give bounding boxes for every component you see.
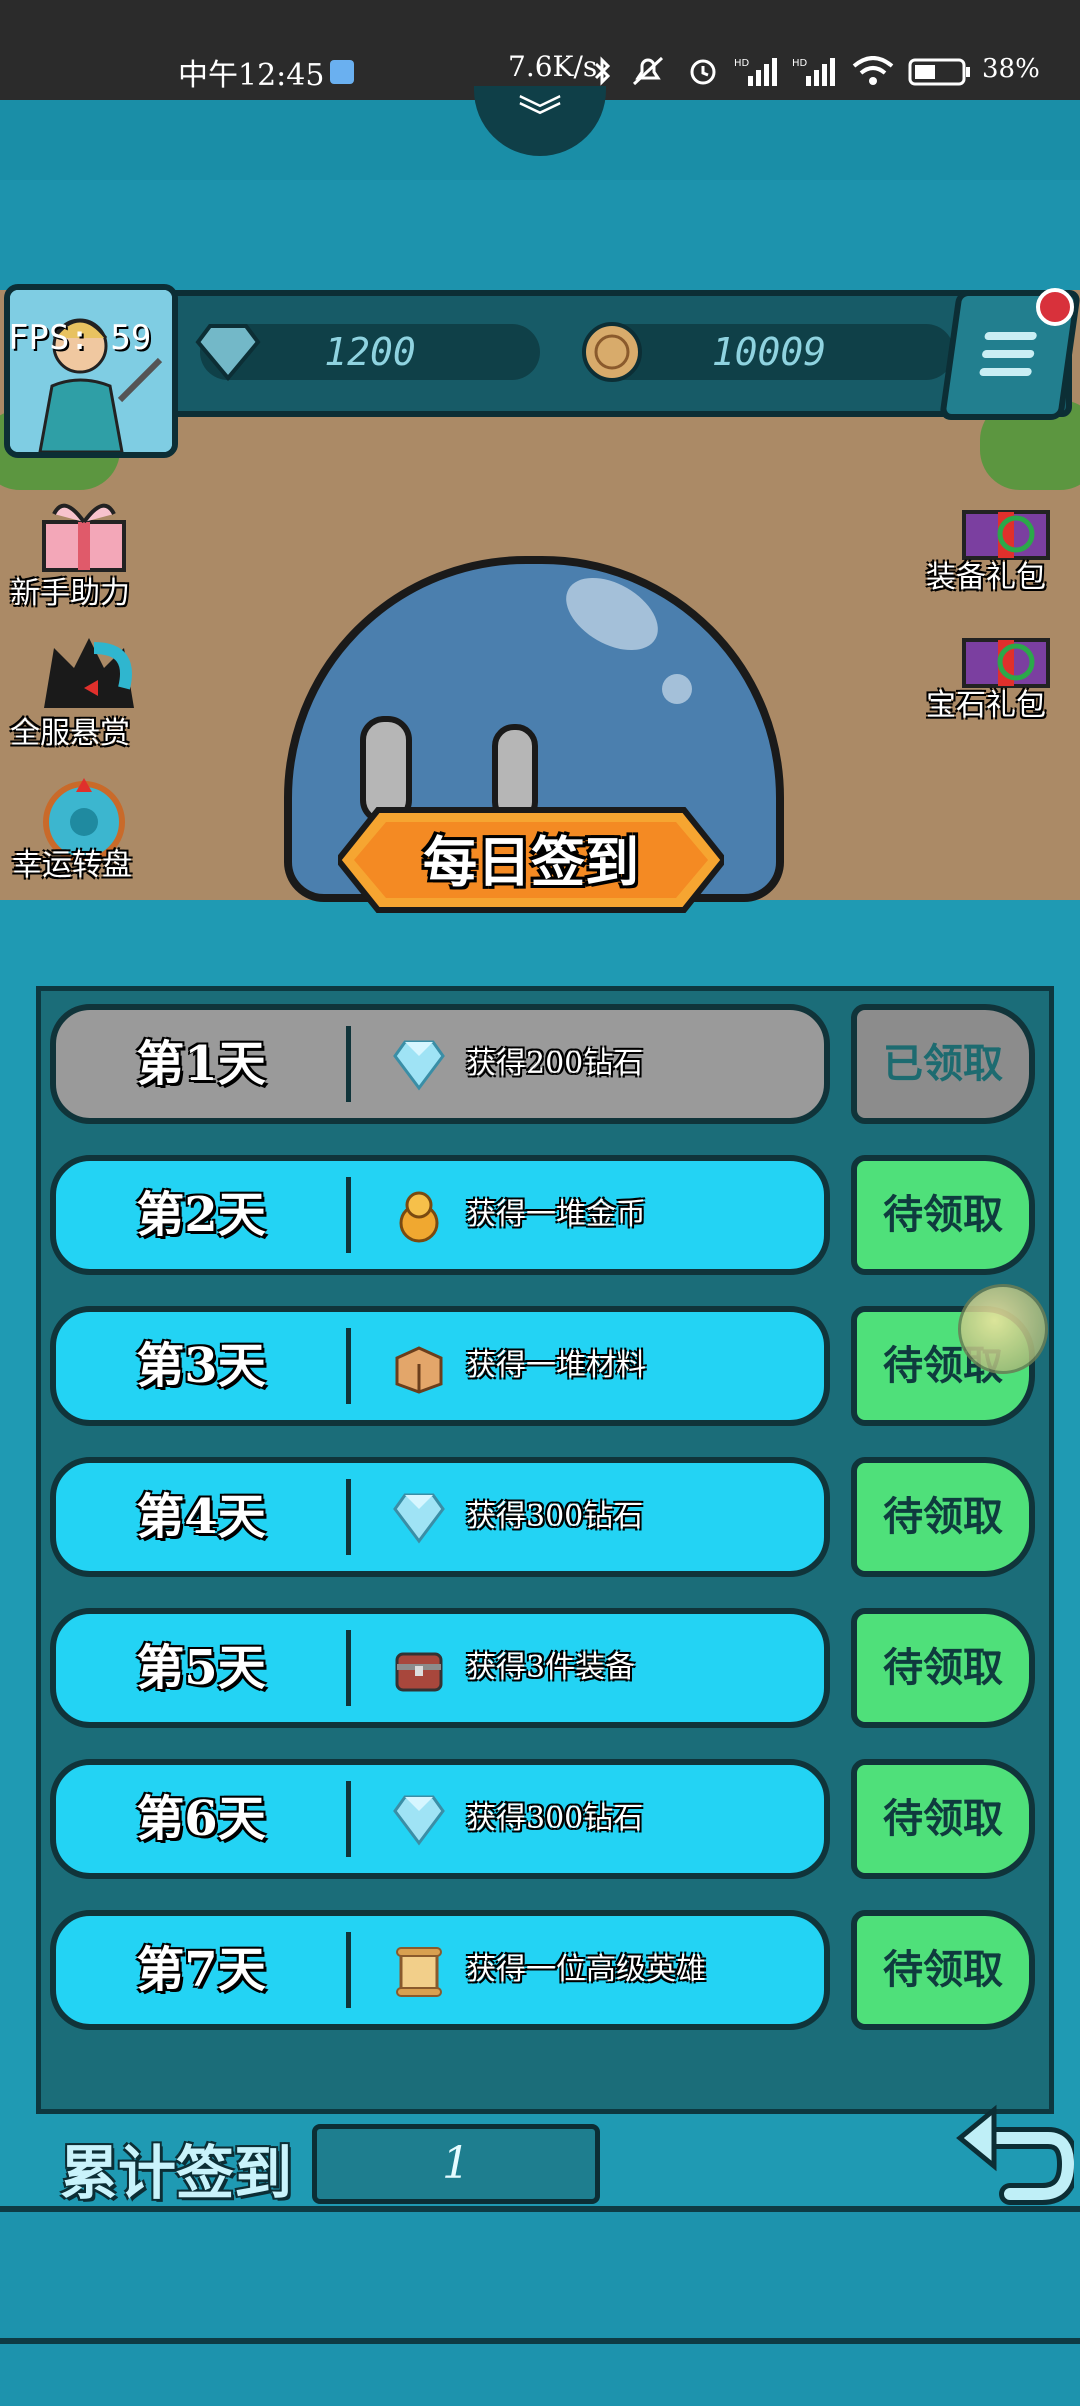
reward-label: 获得300钻石	[466, 1499, 644, 1534]
reward-label: 获得200钻石	[466, 1046, 644, 1081]
day-label: 第5天	[136, 1640, 266, 1696]
diamond-icon	[393, 1493, 445, 1544]
diamond-icon	[195, 324, 261, 382]
box-icon	[395, 1346, 443, 1394]
cumulative-checkin-value: 1	[312, 2124, 600, 2204]
reward-label: 获得一堆金币	[466, 1197, 646, 1232]
day-label: 第4天	[136, 1489, 266, 1545]
row-divider	[346, 1026, 351, 1102]
server-bounty-button[interactable]: 全服悬赏	[4, 628, 164, 758]
row-divider	[346, 1177, 351, 1253]
chest-icon	[395, 1652, 443, 1692]
resource-bar: 1200 10009	[160, 290, 1072, 417]
hero-portrait	[10, 290, 172, 452]
equipment-pack-button[interactable]: 装备礼包	[920, 494, 1080, 604]
menu-line	[984, 332, 1038, 340]
day-label: 第1天	[136, 1036, 266, 1092]
row-divider	[346, 1630, 351, 1706]
mute-icon	[632, 56, 664, 86]
gold-coin-icon	[582, 322, 642, 382]
wifi-icon	[852, 56, 894, 85]
claim-button[interactable]: 待领取	[851, 1457, 1035, 1577]
claim-button[interactable]: 待领取	[851, 1910, 1035, 2030]
reward-label: 获得一堆材料	[466, 1348, 646, 1383]
back-button[interactable]	[956, 2098, 1074, 2208]
day-label: 第3天	[136, 1338, 266, 1394]
diamond-counter: 1200	[195, 324, 540, 382]
svg-text:HD: HD	[792, 58, 808, 69]
lucky-wheel-button[interactable]: 幸运转盘	[6, 778, 166, 898]
newbie-help-label: 新手助力	[10, 576, 130, 611]
checkin-row: 第7天 获得一位高级英雄	[50, 1910, 830, 2030]
day-label: 第7天	[136, 1942, 266, 1998]
floating-assistant-icon[interactable]	[958, 1284, 1048, 1374]
banner-title: 每日签到	[423, 830, 639, 894]
notification-icon	[330, 60, 354, 84]
chevron-down-icon: ︾	[518, 92, 562, 143]
menu-line	[979, 368, 1033, 376]
signal-hd-icon: HD	[734, 58, 777, 86]
gold-count: 10009	[711, 330, 827, 374]
row-divider	[346, 1932, 351, 2008]
day-label: 第6天	[136, 1791, 266, 1847]
diamond-icon	[393, 1040, 445, 1091]
notification-badge	[1036, 288, 1074, 326]
battery-percent: 38%	[982, 54, 1040, 84]
diamond-count: 1200	[324, 330, 416, 374]
gem-pack-button[interactable]: 宝石礼包	[920, 622, 1080, 732]
bounty-icon	[44, 638, 134, 708]
fps-counter: FPS: 59	[8, 318, 152, 358]
signal-hd-icon: HD	[792, 58, 835, 86]
player-avatar[interactable]	[4, 284, 178, 458]
gem-gift-icon	[962, 638, 1050, 688]
equipment-pack-label: 装备礼包	[926, 560, 1046, 595]
slime-highlight	[662, 674, 692, 704]
lucky-wheel-label: 幸运转盘	[12, 848, 132, 883]
claimed-button: 已领取	[851, 1004, 1035, 1124]
diamond-icon	[393, 1795, 445, 1846]
reward-label: 获得3件装备	[466, 1650, 636, 1685]
checkin-row: 第5天 获得3件装备	[50, 1608, 830, 1728]
day-label: 第2天	[136, 1187, 266, 1243]
checkin-row: 第6天 获得300钻石	[50, 1759, 830, 1879]
frame-divider	[0, 2338, 1080, 2344]
network-speed: 7.6K/s	[508, 50, 598, 83]
top-panel	[0, 180, 1080, 290]
bluetooth-icon	[594, 56, 611, 86]
row-divider	[346, 1479, 351, 1555]
gem-pack-label: 宝石礼包	[926, 688, 1046, 723]
claim-button[interactable]: 待领取	[851, 1608, 1035, 1728]
alarm-icon	[690, 59, 716, 85]
reward-label: 获得一位高级英雄	[466, 1952, 706, 1987]
status-bar: 中午12:45 7.6K/s HD HD 38%	[0, 0, 1080, 100]
coins-icon	[399, 1191, 439, 1243]
svg-text:HD: HD	[734, 58, 750, 69]
gold-counter: 10009	[582, 322, 954, 382]
equipment-gift-icon	[962, 510, 1050, 560]
gift-icon	[42, 503, 126, 572]
newbie-help-button[interactable]: 新手助力	[10, 494, 160, 614]
menu-line	[981, 350, 1035, 358]
reward-label: 获得300钻石	[466, 1801, 644, 1836]
claim-button[interactable]: 待领取	[851, 1155, 1035, 1275]
checkin-row: 第4天 获得300钻石	[50, 1457, 830, 1577]
cumulative-checkin-label: 累计签到	[60, 2139, 293, 2207]
battery-icon	[908, 58, 970, 86]
checkin-row: 第2天 获得一堆金币	[50, 1155, 830, 1275]
bottom-frame	[0, 2206, 1080, 2406]
checkin-row: 第1天 获得200钻石	[50, 1004, 830, 1124]
row-divider	[346, 1328, 351, 1404]
scroll-icon	[396, 1947, 442, 1997]
row-divider	[346, 1781, 351, 1857]
server-bounty-label: 全服悬赏	[10, 716, 130, 751]
claim-button[interactable]: 待领取	[851, 1759, 1035, 1879]
status-time: 中午12:45	[178, 58, 325, 93]
checkin-row: 第3天 获得一堆材料	[50, 1306, 830, 1426]
